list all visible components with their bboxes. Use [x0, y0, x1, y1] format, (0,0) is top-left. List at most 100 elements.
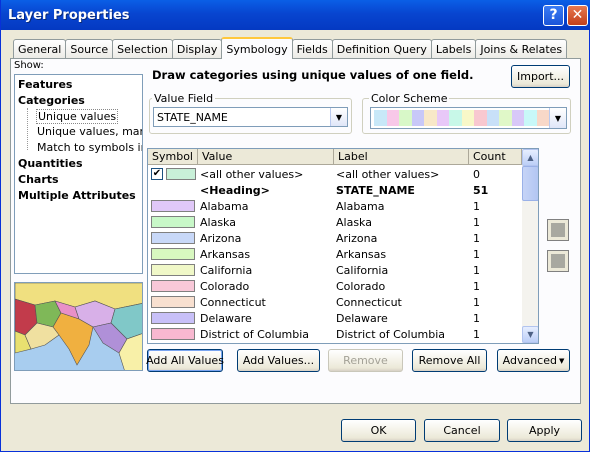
chevron-down-icon[interactable]: ▼	[330, 108, 347, 126]
grid-scrollbar[interactable]: ▲ ▼	[522, 149, 538, 343]
tab-general[interactable]: General	[13, 39, 67, 58]
show-tree: Features Categories Unique values Unique…	[14, 74, 143, 274]
tree-item-categories[interactable]: Categories	[18, 94, 85, 107]
apply-button[interactable]: Apply	[507, 419, 582, 442]
values-grid: Symbol Value Label Count ✔ <all other val…	[147, 148, 539, 344]
tab-display[interactable]: Display	[171, 39, 223, 58]
column-header-count[interactable]: Count	[469, 149, 522, 164]
symbol-swatch[interactable]	[151, 264, 195, 276]
preview-map-image	[14, 282, 143, 371]
tree-item-match-symbols[interactable]: Match to symbols in a	[37, 141, 142, 154]
color-scheme-label: Color Scheme	[369, 92, 450, 105]
chevron-down-icon[interactable]: ▼	[549, 108, 566, 128]
symbol-swatch[interactable]	[166, 168, 196, 180]
import-button[interactable]: Import...	[511, 65, 570, 88]
tab-joins-relates[interactable]: Joins & Relates	[475, 39, 568, 58]
table-row[interactable]: Connecticut Connecticut 1	[148, 294, 522, 310]
scroll-thumb[interactable]	[522, 166, 538, 201]
table-row[interactable]: Colorado Colorado 1	[148, 278, 522, 294]
column-header-value[interactable]: Value	[198, 149, 334, 164]
table-row[interactable]: Delaware Delaware 1	[148, 310, 522, 326]
cell-label: Connecticut	[336, 295, 402, 309]
renderer-description: Draw categories using unique values of o…	[152, 68, 474, 82]
column-header-symbol[interactable]: Symbol	[148, 149, 198, 164]
tree-item-multiple-attributes[interactable]: Multiple Attributes	[18, 189, 136, 202]
symbol-swatch[interactable]	[151, 200, 195, 212]
column-header-label[interactable]: Label	[334, 149, 469, 164]
remove-button[interactable]: Remove	[328, 349, 403, 372]
window-title: Layer Properties	[8, 7, 130, 23]
show-label: Show:	[14, 60, 44, 71]
color-ramp-segment	[511, 110, 524, 126]
ok-button[interactable]: OK	[341, 419, 416, 442]
cell-count: 0	[473, 167, 480, 181]
cell-value: Arkansas	[200, 247, 251, 261]
table-row[interactable]: Alabama Alabama 1	[148, 198, 522, 214]
dropdown-arrow-icon: ▼	[558, 356, 565, 365]
advanced-button[interactable]: Advanced ▼	[497, 349, 570, 372]
cell-value: Alabama	[200, 199, 249, 213]
cell-value: Alaska	[200, 215, 236, 229]
table-row[interactable]: District of Columbia District of Columbia…	[148, 326, 522, 342]
color-ramp-segment	[436, 110, 449, 126]
tab-fields[interactable]: Fields	[291, 39, 333, 58]
tree-item-quantities[interactable]: Quantities	[18, 157, 83, 170]
color-ramp-segment	[486, 110, 499, 126]
symbol-swatch[interactable]	[151, 216, 195, 228]
cell-label: Arizona	[336, 231, 378, 245]
checkbox-icon[interactable]: ✔	[151, 168, 163, 180]
symbol-swatch[interactable]	[151, 328, 195, 340]
symbol-swatch[interactable]	[151, 248, 195, 260]
color-ramp-segment	[449, 110, 462, 126]
cell-count: 1	[473, 263, 480, 277]
color-ramp-segment	[524, 110, 537, 126]
cell-count: 1	[473, 279, 480, 293]
cell-value: Colorado	[200, 279, 250, 293]
table-row[interactable]: Arkansas Arkansas 1	[148, 246, 522, 262]
color-ramp-segment	[424, 110, 437, 126]
cell-count: 1	[473, 247, 480, 261]
cell-value: Arizona	[200, 231, 242, 245]
color-ramp-segment	[499, 110, 512, 126]
table-row[interactable]: California California 1	[148, 262, 522, 278]
color-ramp-segment	[374, 110, 387, 126]
tab-labels[interactable]: Labels	[430, 39, 477, 58]
cell-count: 1	[473, 327, 480, 341]
value-field-dropdown[interactable]: STATE_NAME ▼	[153, 107, 348, 127]
symbol-swatch[interactable]	[151, 232, 195, 244]
tree-item-unique-values[interactable]: Unique values	[36, 109, 119, 124]
cell-label: Colorado	[336, 279, 386, 293]
add-all-values-button[interactable]: Add All Values	[146, 349, 224, 372]
tree-item-features[interactable]: Features	[18, 78, 72, 91]
table-row[interactable]: <Heading> STATE_NAME 51	[148, 182, 522, 198]
symbol-swatch[interactable]	[151, 296, 195, 308]
cancel-button[interactable]: Cancel	[424, 419, 500, 442]
table-row[interactable]: ✔ <all other values> <all other values> 0	[148, 166, 522, 182]
move-up-button[interactable]	[547, 219, 569, 241]
cell-value: District of Columbia	[200, 327, 310, 341]
table-row[interactable]: Alaska Alaska 1	[148, 214, 522, 230]
scroll-down-icon[interactable]: ▼	[522, 326, 538, 343]
symbol-swatch[interactable]	[151, 312, 195, 324]
tab-definition-query[interactable]: Definition Query	[331, 39, 432, 58]
tree-item-unique-values-many[interactable]: Unique values, many f	[37, 125, 142, 138]
color-ramp-segment	[536, 110, 549, 126]
tree-item-charts[interactable]: Charts	[18, 173, 59, 186]
cell-value: Connecticut	[200, 295, 266, 309]
tab-symbology[interactable]: Symbology	[221, 37, 293, 59]
symbol-swatch[interactable]	[151, 280, 195, 292]
color-ramp-swatch	[374, 110, 549, 126]
remove-all-button[interactable]: Remove All	[412, 349, 487, 372]
cell-count: 1	[473, 199, 480, 213]
close-icon[interactable]: ✕	[567, 4, 588, 26]
help-icon[interactable]: ?	[543, 4, 564, 26]
tab-source[interactable]: Source	[65, 39, 114, 58]
scroll-up-icon[interactable]: ▲	[522, 149, 538, 166]
table-row[interactable]: Arizona Arizona 1	[148, 230, 522, 246]
color-ramp-segment	[461, 110, 474, 126]
color-scheme-dropdown[interactable]: ▼	[370, 107, 567, 129]
tab-selection[interactable]: Selection	[112, 39, 173, 58]
cell-label: STATE_NAME	[336, 183, 415, 197]
add-values-button[interactable]: Add Values...	[237, 349, 320, 372]
move-down-button[interactable]	[547, 250, 569, 272]
